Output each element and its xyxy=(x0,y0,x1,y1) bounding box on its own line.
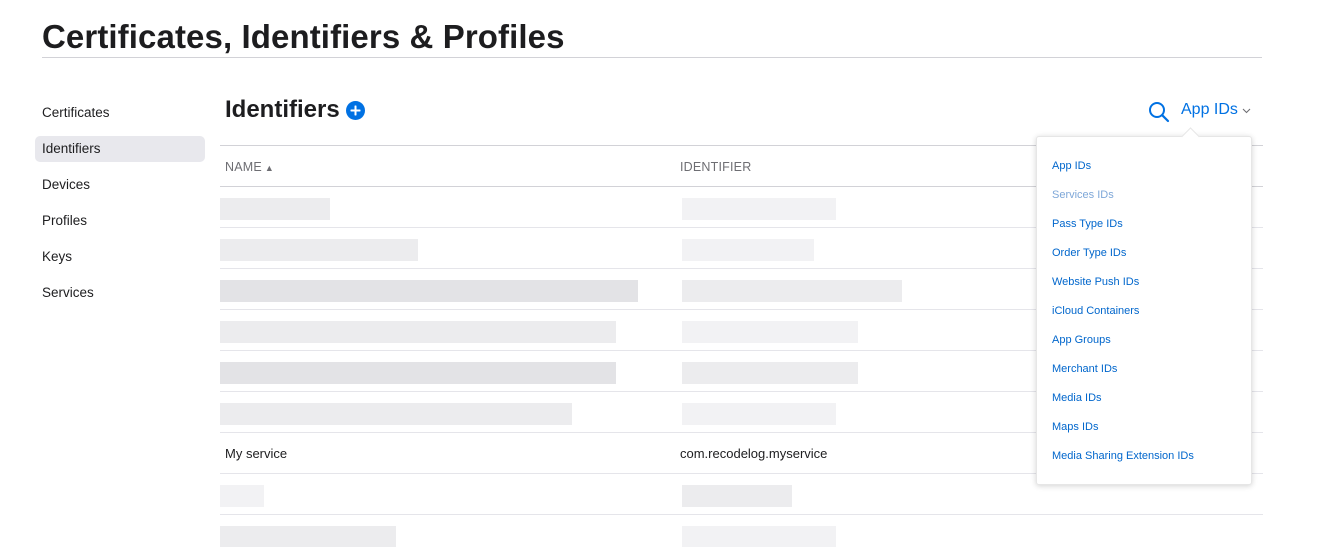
search-icon xyxy=(1149,102,1170,123)
plus-circle-icon xyxy=(350,105,361,115)
identifier-name: My service xyxy=(225,446,288,461)
search-button[interactable] xyxy=(1147,100,1171,124)
redacted-text xyxy=(220,403,572,425)
dropdown-option-maps-ids[interactable]: Maps IDs xyxy=(1052,420,1194,449)
redacted-text xyxy=(220,198,330,220)
redacted-text xyxy=(682,198,836,220)
add-identifier-button[interactable] xyxy=(345,100,365,120)
dropdown-option-media-sharing-extension-ids[interactable]: Media Sharing Extension IDs xyxy=(1052,449,1194,478)
sidebar: Certificates Identifiers Devices Profile… xyxy=(35,100,205,316)
section-header: Identifiers xyxy=(225,96,365,124)
dropdown-option-app-ids[interactable]: App IDs xyxy=(1052,159,1194,188)
redacted-text xyxy=(682,280,902,302)
redacted-text xyxy=(220,362,616,384)
sidebar-item-devices[interactable]: Devices xyxy=(35,172,205,198)
identifier-type-dropdown: App IDs Services IDs Pass Type IDs Order… xyxy=(1036,136,1252,485)
dropdown-option-media-ids[interactable]: Media IDs xyxy=(1052,391,1194,420)
sidebar-item-keys[interactable]: Keys xyxy=(35,244,205,270)
chevron-down-icon xyxy=(1242,108,1251,114)
dropdown-option-pass-type-ids[interactable]: Pass Type IDs xyxy=(1052,217,1194,246)
section-title: Identifiers xyxy=(225,96,340,123)
redacted-text xyxy=(682,321,858,343)
redacted-text xyxy=(220,280,638,302)
redacted-text xyxy=(220,239,418,261)
sidebar-item-identifiers[interactable]: Identifiers xyxy=(35,136,205,162)
dropdown-option-services-ids[interactable]: Services IDs xyxy=(1052,188,1194,217)
redacted-text xyxy=(220,526,396,547)
dropdown-option-website-push-ids[interactable]: Website Push IDs xyxy=(1052,275,1194,304)
identifier-type-filter[interactable]: App IDs xyxy=(1181,101,1251,119)
dropdown-option-app-groups[interactable]: App Groups xyxy=(1052,333,1194,362)
identifier-value: com.recodelog.myservice xyxy=(680,446,828,461)
redacted-text xyxy=(220,485,264,507)
column-header-name[interactable]: NAME ▲ xyxy=(225,160,274,174)
column-header-identifier[interactable]: IDENTIFIER xyxy=(680,160,751,174)
table-row[interactable] xyxy=(220,515,1263,547)
dropdown-option-order-type-ids[interactable]: Order Type IDs xyxy=(1052,246,1194,275)
page-title: Certificates, Identifiers & Profiles xyxy=(42,18,565,55)
sidebar-item-profiles[interactable]: Profiles xyxy=(35,208,205,234)
dropdown-option-icloud-containers[interactable]: iCloud Containers xyxy=(1052,304,1194,333)
redacted-text xyxy=(682,362,858,384)
sidebar-item-services[interactable]: Services xyxy=(35,280,205,306)
title-divider xyxy=(42,57,1262,58)
dropdown-options: App IDs Services IDs Pass Type IDs Order… xyxy=(1052,159,1194,478)
filter-selected-label: App IDs xyxy=(1181,101,1238,118)
redacted-text xyxy=(220,321,616,343)
redacted-text xyxy=(682,485,792,507)
column-name-label: NAME xyxy=(225,160,262,174)
redacted-text xyxy=(682,239,814,261)
redacted-text xyxy=(682,403,836,425)
sort-ascending-icon: ▲ xyxy=(264,163,275,173)
dropdown-option-merchant-ids[interactable]: Merchant IDs xyxy=(1052,362,1194,391)
sidebar-item-certificates[interactable]: Certificates xyxy=(35,100,205,126)
redacted-text xyxy=(682,526,836,547)
